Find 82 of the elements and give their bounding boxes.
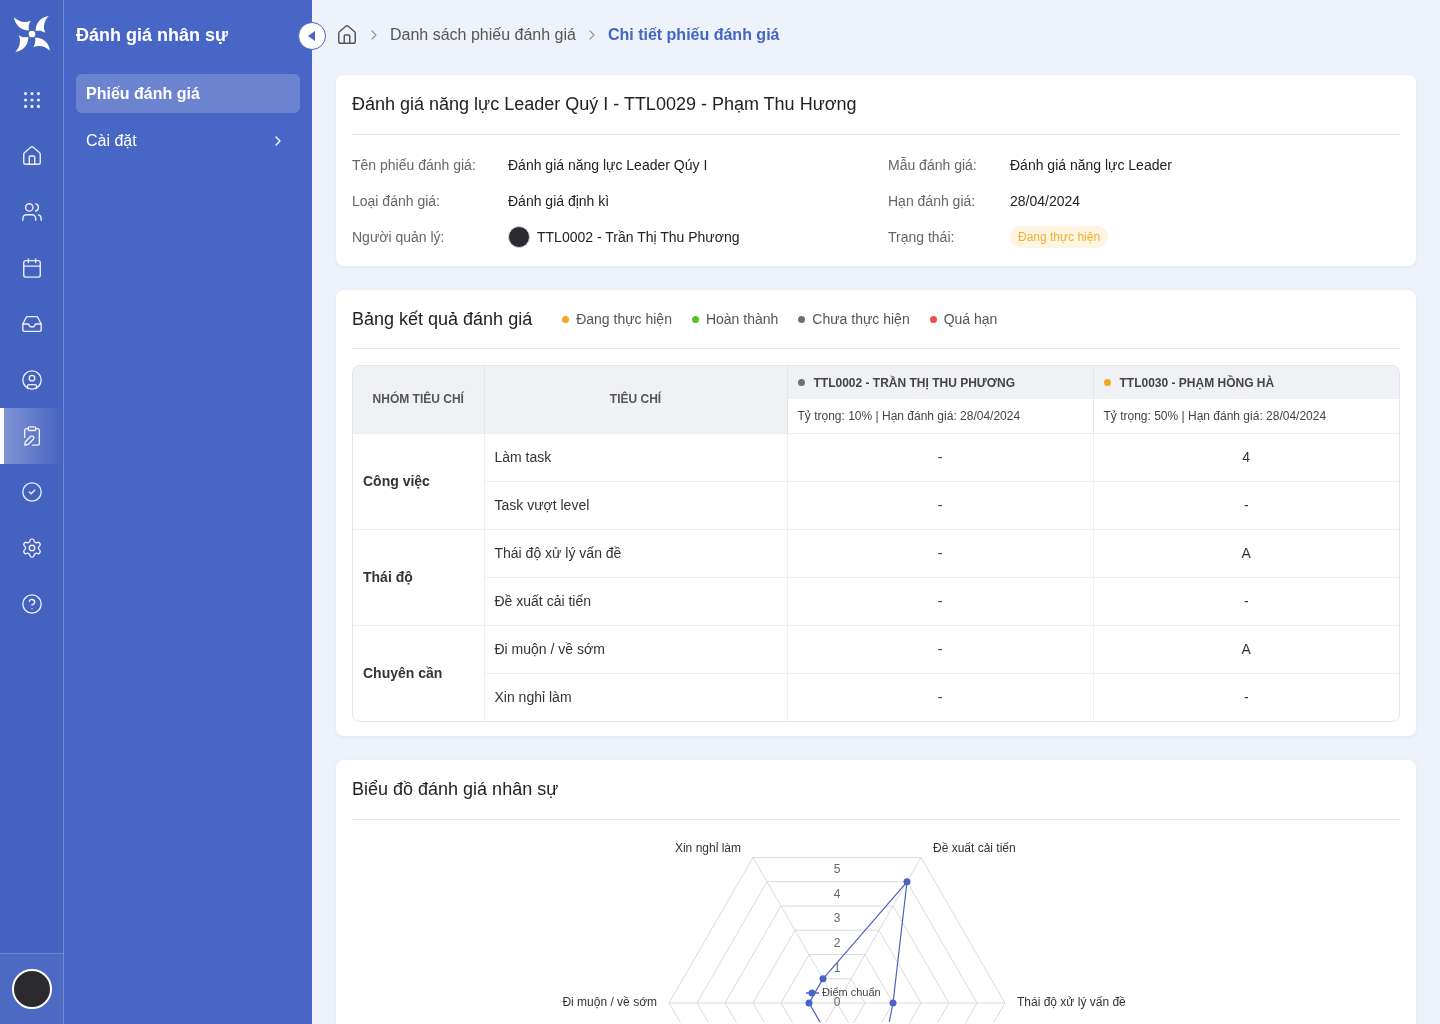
table-cell: - bbox=[787, 433, 1093, 481]
data-point bbox=[889, 999, 897, 1007]
assessor-name: TTL0030 - PHẠM HỒNG HÀ bbox=[1119, 374, 1275, 392]
axis-label: Đi muộn / về sớm bbox=[562, 995, 657, 1010]
table-cell: Task vượt level bbox=[484, 481, 787, 529]
table-cell: - bbox=[787, 577, 1093, 625]
field-label: Hạn đánh giá: bbox=[888, 191, 977, 211]
scale-label: 4 bbox=[833, 886, 841, 901]
legend-label: Điểm chuẩn bbox=[822, 985, 881, 998]
assessor-details: Tỷ trọng: 50% | Hạn đánh giá: 28/04/2024 bbox=[1093, 399, 1399, 433]
avatar bbox=[508, 226, 530, 248]
settings-icon bbox=[20, 537, 43, 559]
table-cell: A bbox=[1093, 625, 1399, 673]
field-label: Người quản lý: bbox=[352, 227, 446, 247]
table-cell: A bbox=[1093, 529, 1399, 577]
column-header: NHÓM TIÊU CHÍ bbox=[353, 366, 484, 433]
data-point bbox=[903, 878, 911, 886]
breadcrumb-link[interactable]: Danh sách phiếu đánh giá bbox=[390, 23, 576, 47]
table-cell: - bbox=[787, 529, 1093, 577]
axis-label: Thái độ xử lý vấn đề bbox=[1017, 995, 1126, 1010]
legend-label: Chưa thực hiện bbox=[812, 309, 910, 329]
menu-item[interactable]: Phiếu đánh giá bbox=[76, 74, 300, 113]
field-label: Tên phiếu đánh giá: bbox=[352, 155, 477, 175]
scale-label: 0 bbox=[833, 995, 841, 1010]
table-cell: Làm task bbox=[484, 433, 787, 481]
table-cell: Đề xuất cải tiến bbox=[484, 577, 787, 625]
table-cell: - bbox=[1093, 673, 1399, 721]
table-cell: 4 bbox=[1093, 433, 1399, 481]
field-value: Đánh giá năng lực Leader Qúy I bbox=[508, 155, 708, 175]
avatar[interactable] bbox=[11, 969, 52, 1009]
scale-label: 5 bbox=[833, 861, 841, 876]
users-icon bbox=[20, 201, 43, 223]
data-point bbox=[819, 975, 827, 983]
assessor-details: Tỷ trọng: 10% | Hạn đánh giá: 28/04/2024 bbox=[787, 399, 1093, 433]
legend-label: Đang thực hiện bbox=[576, 309, 672, 329]
section-title: Biểu đồ đánh giá nhân sự bbox=[352, 778, 559, 801]
module-title: Đánh giá nhân sự bbox=[76, 23, 229, 47]
user-circle-icon bbox=[20, 369, 43, 391]
data-point bbox=[805, 999, 813, 1007]
section-title: Bảng kết quả đánh giá bbox=[352, 307, 533, 331]
field-label: Loại đánh giá: bbox=[352, 191, 441, 211]
breadcrumb-current[interactable]: Chi tiết phiếu đánh giá bbox=[607, 23, 780, 47]
legend-label: Quá hạn bbox=[943, 309, 998, 329]
home-icon bbox=[20, 145, 43, 167]
scale-label: 3 bbox=[833, 911, 841, 926]
table-cell: - bbox=[787, 625, 1093, 673]
inbox-tray-icon bbox=[20, 313, 43, 335]
check-circle-icon bbox=[20, 481, 43, 503]
field-value: Đánh giá định kì bbox=[508, 191, 610, 211]
field-label: Mẫu đánh giá: bbox=[888, 155, 978, 175]
home-button[interactable] bbox=[336, 24, 358, 46]
rail-button[interactable] bbox=[0, 408, 63, 464]
axis-label: Đề xuất cải tiến bbox=[933, 841, 1016, 855]
caret-left-icon bbox=[307, 31, 315, 41]
collapse-button[interactable] bbox=[298, 22, 326, 50]
table-cell: - bbox=[787, 481, 1093, 529]
legend-marker-icon bbox=[805, 989, 820, 997]
table-cell: Đi muộn / về sớm bbox=[484, 625, 787, 673]
column-header: TIÊU CHÍ bbox=[484, 366, 787, 433]
table-cell: Thái độ bbox=[353, 529, 484, 625]
calendar-icon bbox=[20, 257, 43, 279]
scale-label: 2 bbox=[833, 935, 841, 950]
logo-icon bbox=[13, 16, 50, 52]
help-icon bbox=[20, 593, 43, 615]
assessor-name: TTL0002 - TRẦN THỊ THU PHƯƠNG bbox=[813, 374, 1016, 392]
field-label: Trạng thái: bbox=[888, 227, 956, 247]
table-cell: Chuyên cần bbox=[353, 625, 484, 721]
menu-item[interactable]: Cài đặt bbox=[76, 121, 300, 160]
table-cell: Thái độ xử lý vấn đề bbox=[484, 529, 787, 577]
field-value: Đánh giá năng lực Leader bbox=[1010, 155, 1172, 175]
table-cell: Xin nghỉ làm bbox=[484, 673, 787, 721]
table-cell: Công việc bbox=[353, 433, 484, 529]
home-icon bbox=[336, 24, 358, 46]
field-value: 28/04/2024 bbox=[1010, 191, 1081, 211]
status-badge: Đang thực hiện bbox=[1010, 226, 1109, 248]
table-cell: - bbox=[1093, 577, 1399, 625]
legend-label: Hoàn thành bbox=[705, 309, 779, 329]
page-title: Đánh giá năng lực Leader Quý I - TTL0029 - Phạm Thu Hương bbox=[352, 93, 857, 116]
field-value: TTL0002 - Trần Thị Thu Phương bbox=[537, 227, 740, 247]
table-cell: - bbox=[787, 673, 1093, 721]
table-cell: - bbox=[1093, 481, 1399, 529]
axis-label: Xin nghỉ làm bbox=[674, 841, 741, 855]
